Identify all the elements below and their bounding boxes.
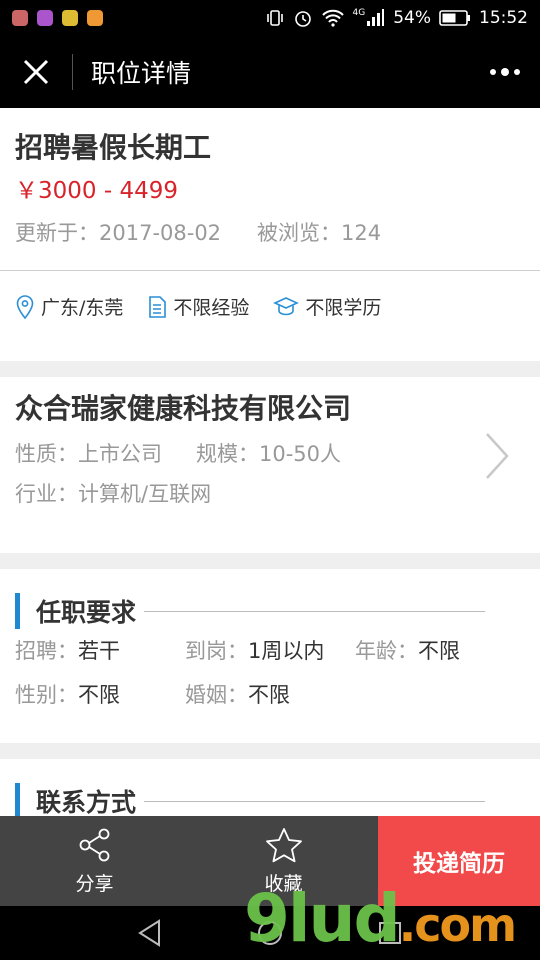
requirements-section: 任职要求 招聘：若干 到岗：1周以内 年龄：不限 性别：不限 婚姻：不限 <box>0 569 540 743</box>
graduation-cap-icon <box>273 296 300 315</box>
section-accent-bar <box>15 783 20 816</box>
section-gap <box>0 743 540 759</box>
requirement-item: 性别：不限 <box>15 683 120 707</box>
title-bar: 职位详情 <box>0 36 540 108</box>
title-divider <box>72 54 73 90</box>
share-button[interactable]: 分享 <box>0 816 189 906</box>
document-icon <box>149 295 167 318</box>
status-bar: 4G 54% 15:52 <box>0 0 540 36</box>
signal-icon <box>367 9 385 26</box>
more-dot-icon <box>514 69 520 75</box>
contact-section: 联系方式 <box>0 759 540 816</box>
close-button[interactable] <box>0 36 72 108</box>
company-name: 众合瑞家健康科技有限公司 <box>15 392 352 425</box>
image-notification-icon <box>62 10 78 26</box>
job-salary: ￥3000 - 4499 <box>15 178 178 204</box>
company-card[interactable]: 众合瑞家健康科技有限公司 性质：上市公司 规模：10-50人 行业：计算机/互联… <box>0 377 540 553</box>
network-type: 4G <box>352 8 366 18</box>
page-content[interactable]: 招聘暑假长期工 ￥3000 - 4499 更新于：2017-08-02 被浏览：… <box>0 108 540 816</box>
section-divider <box>144 610 485 612</box>
section-gap <box>0 361 540 377</box>
company-nature: 性质：上市公司 <box>15 442 162 466</box>
requirement-item: 招聘：若干 <box>15 639 120 663</box>
education-tag: 不限学历 <box>273 293 381 320</box>
chevron-right-icon <box>486 433 509 479</box>
app-notification-icon <box>12 10 28 26</box>
more-options-button[interactable] <box>470 36 540 108</box>
section-gap <box>0 553 540 569</box>
section-divider <box>144 800 485 802</box>
experience-text: 不限经验 <box>173 297 250 319</box>
star-icon <box>265 827 302 862</box>
updated-date: 更新于：2017-08-02 <box>15 221 222 245</box>
section-accent-bar <box>15 593 20 629</box>
requirements-title: 任职要求 <box>36 598 137 627</box>
share-icon <box>79 828 109 861</box>
gallery-notification-icon <box>37 10 53 26</box>
contact-title: 联系方式 <box>36 788 137 816</box>
location-pin-icon <box>16 294 34 319</box>
location-tag: 广东/东莞 <box>15 293 123 320</box>
more-dot-icon <box>501 68 509 76</box>
experience-tag: 不限经验 <box>147 293 249 320</box>
requirement-item: 年龄：不限 <box>355 639 460 663</box>
wifi-icon <box>321 9 344 27</box>
requirement-item: 到岗：1周以内 <box>185 639 325 663</box>
alarm-icon <box>294 11 311 27</box>
clock: 15:52 <box>479 8 528 28</box>
job-title: 招聘暑假长期工 <box>15 131 212 164</box>
view-count: 被浏览：124 <box>257 221 382 245</box>
company-scale: 规模：10-50人 <box>196 442 342 466</box>
battery-icon <box>439 10 470 26</box>
job-card: 招聘暑假长期工 ￥3000 - 4499 更新于：2017-08-02 被浏览：… <box>0 108 540 361</box>
back-icon[interactable] <box>137 919 163 947</box>
site-watermark: 9lud.com <box>244 880 517 957</box>
page-title: 职位详情 <box>91 59 192 88</box>
location-text: 广东/东莞 <box>41 297 124 319</box>
notification-icons <box>12 10 103 26</box>
education-text: 不限学历 <box>305 297 382 319</box>
vibrate-icon <box>266 10 283 26</box>
battery-percent: 54% <box>393 8 431 28</box>
store-notification-icon <box>87 10 103 26</box>
more-dot-icon <box>490 69 496 75</box>
close-icon <box>23 59 49 85</box>
requirement-item: 婚姻：不限 <box>185 683 290 707</box>
company-industry: 行业：计算机/互联网 <box>15 482 212 506</box>
share-label: 分享 <box>75 872 114 895</box>
